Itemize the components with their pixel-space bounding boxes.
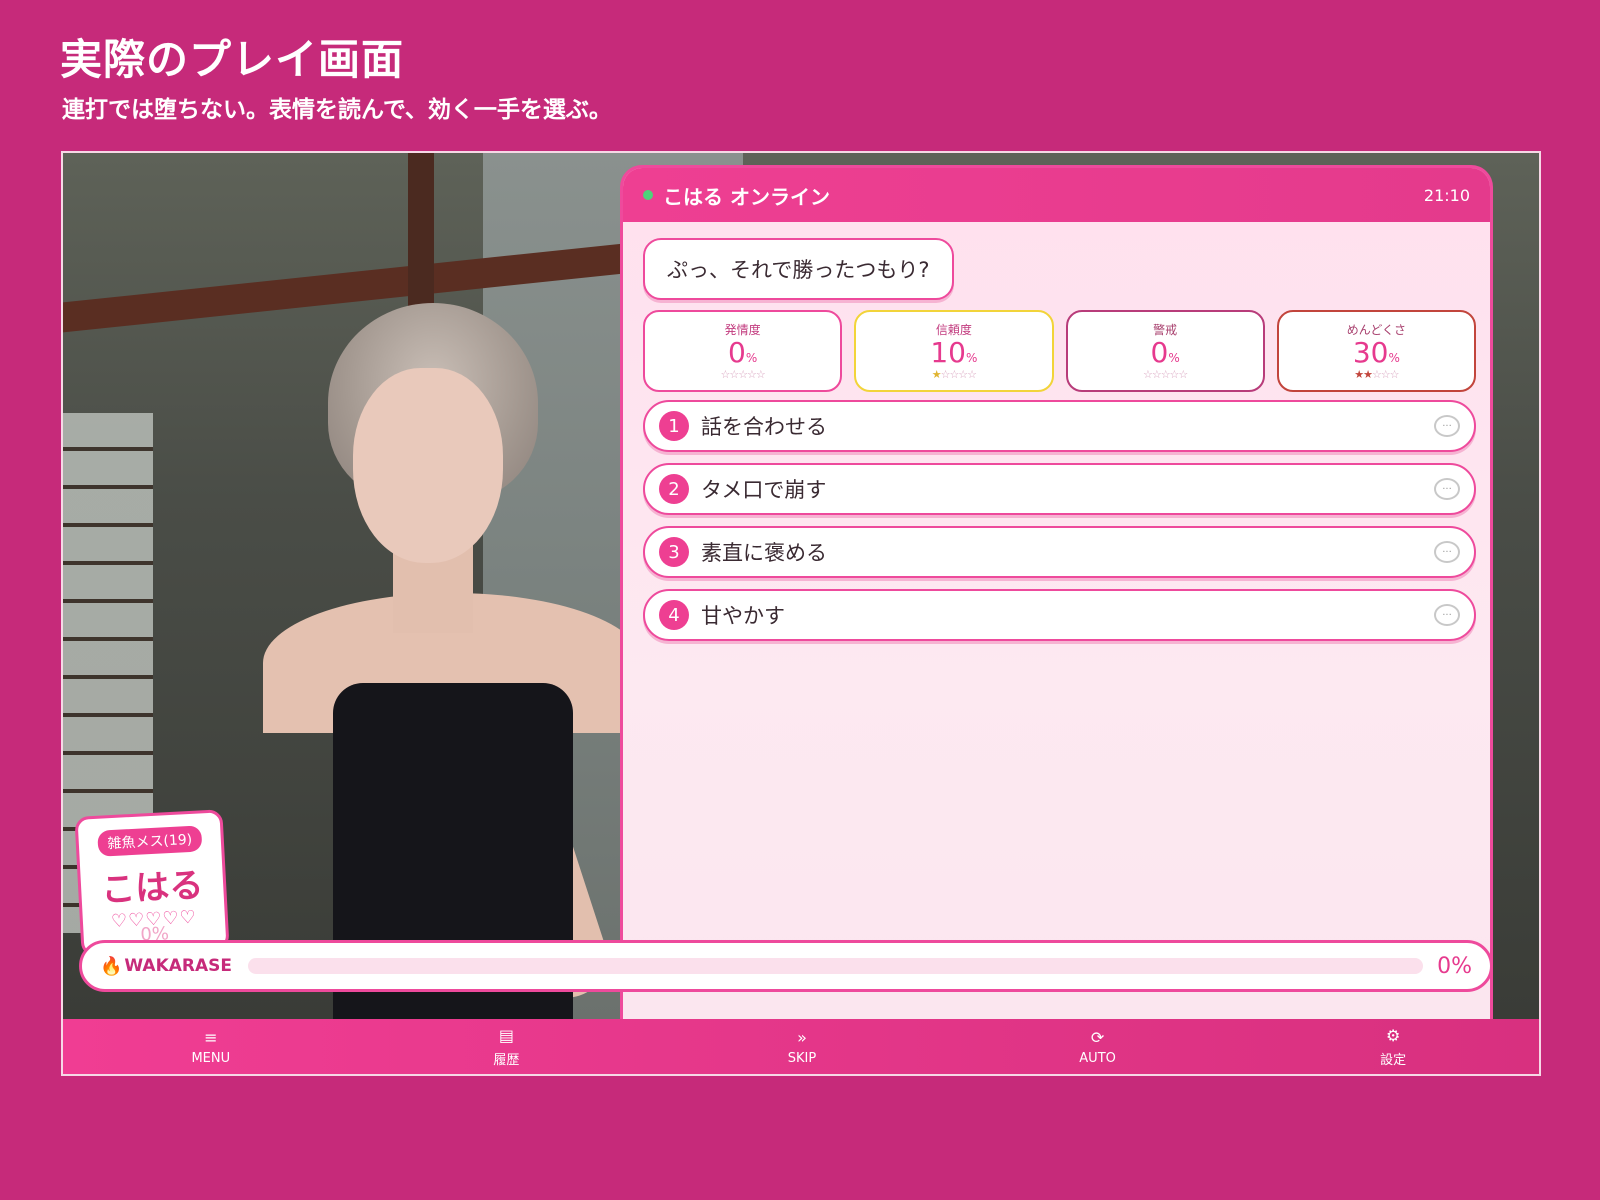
chat-header: こはる オンライン 21:10 [623, 168, 1490, 222]
character-name-card: 雑魚メス(19) こはる ♡♡♡♡♡ 0% [74, 809, 230, 957]
chat-message-bubble: ぷっ、それで勝ったつもり? [643, 238, 954, 300]
skip-button[interactable]: » SKIP [654, 1019, 950, 1074]
bottom-menu-bar: ≡ MENU ▤ 履歴 » SKIP ⟳ AUTO ⚙ 設定 [63, 1019, 1539, 1074]
skip-icon: » [797, 1027, 807, 1047]
flame-icon: 🔥 [100, 955, 123, 977]
stat-guard: 警戒 0% ☆☆☆☆☆ [1065, 310, 1265, 392]
wakarase-percent: 0% [1437, 953, 1472, 979]
settings-button[interactable]: ⚙ 設定 [1245, 1019, 1539, 1074]
choice-number: 4 [659, 600, 689, 630]
character-tag: 雑魚メス(19) [96, 825, 203, 857]
choice-label: 甘やかす [701, 604, 785, 628]
chat-time: 21:10 [1423, 185, 1470, 205]
wakarase-track [248, 958, 1424, 974]
gear-icon: ⚙ [1386, 1025, 1401, 1045]
menu-button[interactable]: ≡ MENU [63, 1019, 359, 1074]
auto-icon: ⟳ [1090, 1027, 1105, 1047]
wakarase-label: WAKARASE [124, 956, 232, 976]
chat-panel: こはる オンライン 21:10 ぷっ、それで勝ったつもり? 発情度 0% ☆☆☆… [620, 165, 1493, 1019]
speech-bubble-icon: ··· [1434, 415, 1460, 437]
page-title: 実際のプレイ画面 [60, 35, 405, 84]
chat-partner-name: こはる オンライン [663, 184, 830, 209]
choice-number: 1 [659, 411, 689, 441]
wakarase-progress-bar: 🔥 WAKARASE 0% [79, 940, 1493, 992]
choice-label: タメ口で崩す [701, 478, 827, 502]
auto-button[interactable]: ⟳ AUTO [950, 1019, 1246, 1074]
choice-number: 3 [659, 537, 689, 567]
game-screen: こはる オンライン 21:10 ぷっ、それで勝ったつもり? 発情度 0% ☆☆☆… [61, 151, 1541, 1076]
choice-button-2[interactable]: 2 タメ口で崩す ··· [643, 463, 1476, 515]
star-rating-icon: ☆☆☆☆☆ [720, 368, 765, 382]
star-rating-icon: ☆☆☆☆☆ [1142, 368, 1188, 382]
choice-button-3[interactable]: 3 素直に褒める ··· [643, 526, 1476, 578]
stats-row: 発情度 0% ☆☆☆☆☆ 信頼度 10% ★☆☆☆☆ 警戒 0% ☆☆☆☆☆ め… [643, 310, 1476, 392]
choice-label: 素直に褒める [701, 541, 827, 565]
speech-bubble-icon: ··· [1434, 541, 1460, 563]
page-subtitle: 連打では堕ちない。表情を読んで、効く一手を選ぶ。 [62, 97, 612, 123]
stat-hassle: めんどくさ 30% ★★☆☆☆ [1276, 310, 1476, 392]
stat-trust: 信頼度 10% ★☆☆☆☆ [854, 310, 1054, 392]
online-status-icon [643, 190, 653, 200]
speech-bubble-icon: ··· [1434, 604, 1460, 626]
choice-list: 1 話を合わせる ··· 2 タメ口で崩す ··· 3 素直に褒める ··· 4… [643, 400, 1476, 652]
character-name: こはる [100, 865, 205, 911]
choice-button-4[interactable]: 4 甘やかす ··· [643, 589, 1476, 641]
hamburger-icon: ≡ [204, 1027, 218, 1047]
history-button[interactable]: ▤ 履歴 [359, 1019, 655, 1074]
star-rating-icon: ★★☆☆☆ [1354, 368, 1399, 382]
stat-lust: 発情度 0% ☆☆☆☆☆ [643, 310, 843, 392]
choice-button-1[interactable]: 1 話を合わせる ··· [643, 400, 1476, 452]
character-figure [253, 303, 673, 1019]
star-rating-icon: ★☆☆☆☆ [931, 368, 977, 382]
speech-bubble-icon: ··· [1434, 478, 1460, 500]
choice-number: 2 [659, 474, 689, 504]
choice-label: 話を合わせる [701, 415, 827, 439]
log-icon: ▤ [498, 1025, 514, 1045]
